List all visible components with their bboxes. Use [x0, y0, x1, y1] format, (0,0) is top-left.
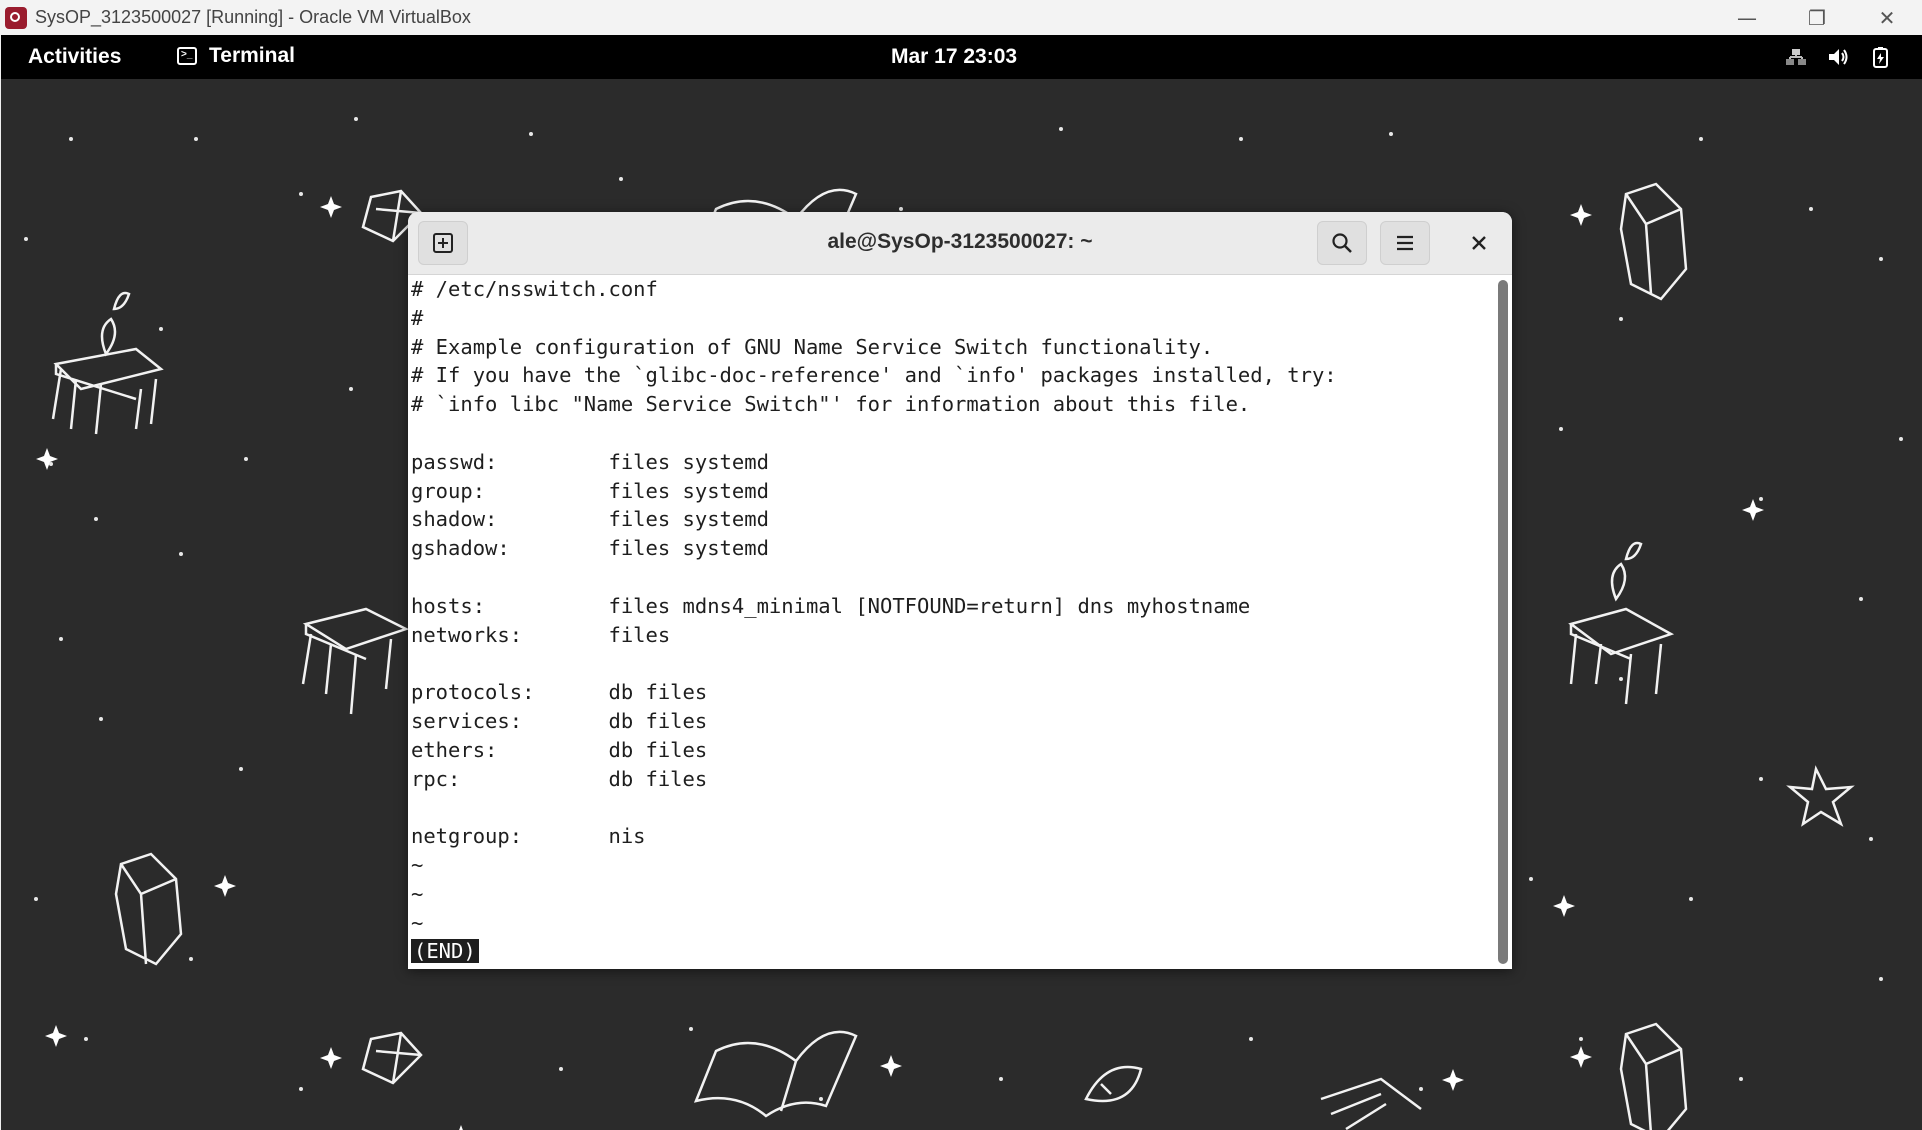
volume-icon[interactable]: [1826, 45, 1850, 69]
terminal-line: hosts: files mdns4_minimal [NOTFOUND=ret…: [411, 593, 1251, 618]
terminal-line: # Example configuration of GNU Name Serv…: [411, 334, 1214, 359]
terminal-line: # `info libc "Name Service Switch"' for …: [411, 392, 1251, 417]
close-icon: [1472, 236, 1486, 250]
network-icon[interactable]: [1784, 45, 1808, 69]
terminal-line: ethers: db files: [411, 737, 708, 762]
terminal-line: # /etc/nsswitch.conf: [411, 277, 658, 301]
terminal-line: shadow: files systemd: [411, 507, 769, 532]
pager-status-line: (END): [408, 937, 1494, 966]
virtualbox-title-bar: SysOP_3123500027 [Running] - Oracle VM V…: [0, 0, 1922, 35]
terminal-scrollbar[interactable]: [1498, 280, 1508, 964]
virtualbox-icon: [5, 6, 27, 29]
terminal-window[interactable]: ale@SysOp-3123500027: ~ # /etc/nsswitch.…: [408, 212, 1512, 969]
minimize-button[interactable]: —: [1712, 0, 1782, 35]
pager-end-marker: (END): [411, 939, 479, 964]
terminal-line: ~: [411, 852, 424, 877]
host-window-title: SysOP_3123500027 [Running] - Oracle VM V…: [35, 7, 471, 27]
terminal-app-icon: >_: [177, 47, 197, 65]
hamburger-icon: [1397, 235, 1413, 251]
battery-icon[interactable]: [1868, 45, 1892, 69]
restore-button[interactable]: ❐: [1782, 0, 1852, 35]
terminal-line: group: files systemd: [411, 478, 769, 503]
terminal-line: gshadow: files systemd: [411, 536, 769, 561]
search-icon: [1332, 233, 1352, 253]
app-menu-label: Terminal: [209, 44, 295, 67]
vm-display: Activities >_ Terminal Mar 17 23:03 ale@…: [1, 35, 1922, 1130]
terminal-line: #: [411, 305, 424, 330]
terminal-line: # If you have the `glibc-doc-reference' …: [411, 363, 1337, 388]
terminal-line: passwd: files systemd: [411, 449, 769, 474]
search-button[interactable]: [1317, 221, 1367, 265]
activities-button[interactable]: Activities: [28, 45, 121, 69]
terminal-line: ~: [411, 910, 424, 935]
terminal-line: networks: files: [411, 622, 671, 647]
terminal-line: services: db files: [411, 708, 708, 733]
terminal-close-button[interactable]: [1464, 228, 1494, 258]
system-tray[interactable]: [1784, 45, 1892, 69]
close-window-button[interactable]: ✕: [1852, 0, 1922, 35]
terminal-line: ~: [411, 881, 424, 906]
app-menu[interactable]: >_ Terminal: [177, 44, 295, 68]
terminal-line: netgroup: nis: [411, 824, 646, 849]
menu-button[interactable]: [1380, 221, 1430, 265]
terminal-header-bar: ale@SysOp-3123500027: ~: [408, 212, 1512, 275]
gnome-top-bar: Activities >_ Terminal Mar 17 23:03: [1, 35, 1922, 79]
window-controls: — ❐ ✕: [1712, 0, 1922, 35]
terminal-line: rpc: db files: [411, 766, 708, 791]
terminal-line: protocols: db files: [411, 680, 708, 705]
terminal-output[interactable]: # /etc/nsswitch.conf # # Example configura…: [408, 275, 1494, 969]
clock[interactable]: Mar 17 23:03: [891, 45, 1017, 69]
